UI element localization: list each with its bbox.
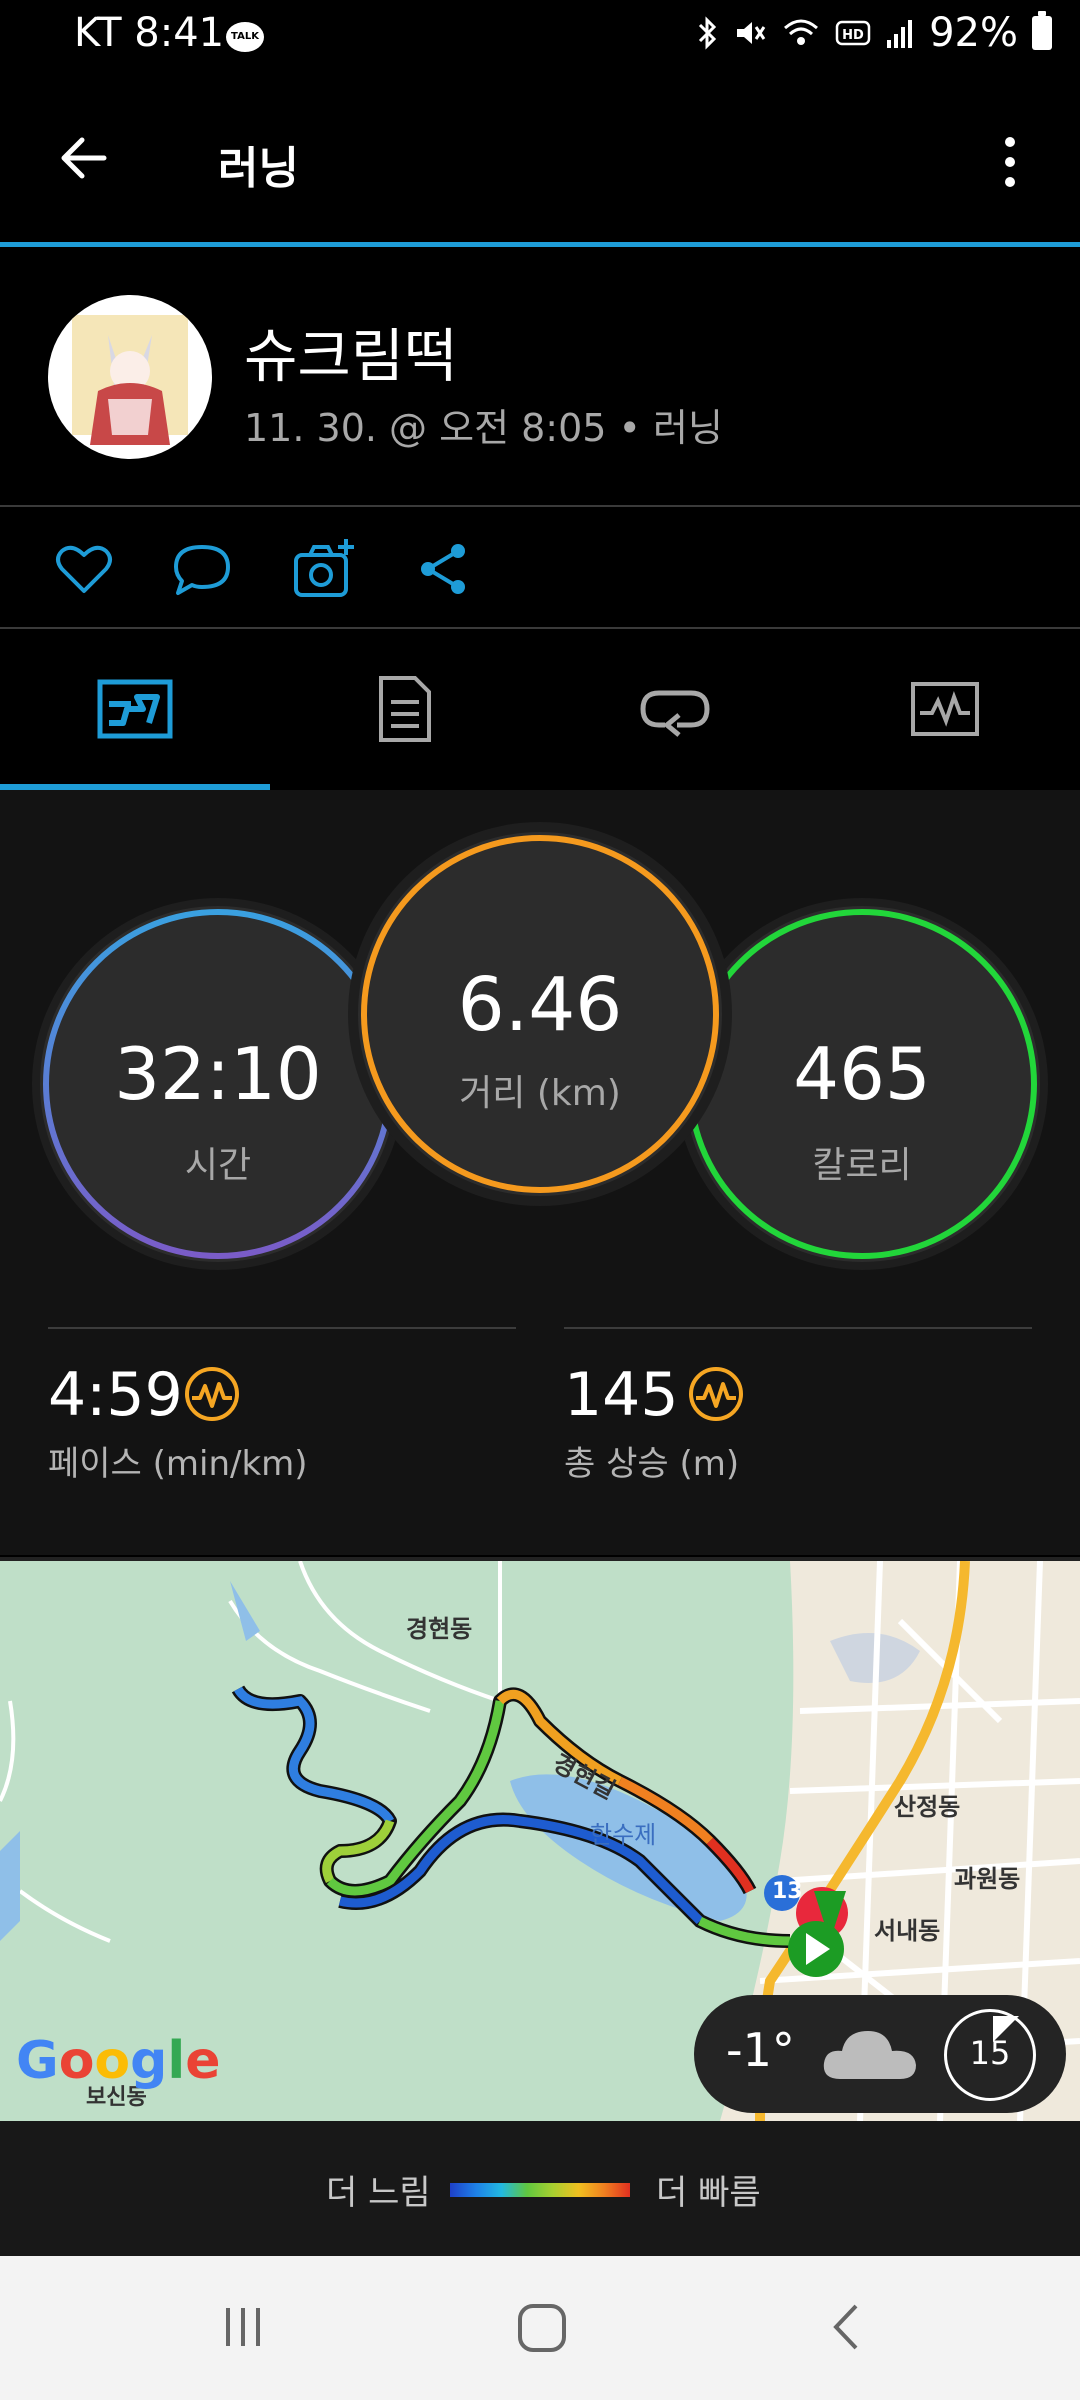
- distance-label: 거리 (km): [459, 1073, 621, 1114]
- map-label: 경현동: [406, 1615, 473, 1643]
- pace-legend: 더 느림 더 빠름: [0, 2121, 1080, 2256]
- mute-icon: [737, 22, 766, 44]
- map-label: 서내동: [874, 1917, 941, 1945]
- distance-stat[interactable]: 6.46 거리 (km): [358, 832, 722, 1196]
- like-icon[interactable]: [52, 537, 116, 601]
- stats-icon: [97, 679, 173, 739]
- map-label: 산정동: [894, 1793, 961, 1821]
- activity-header: 슈크림떡 11. 30. @ 오전 8:05 • 러닝: [0, 247, 1080, 507]
- recent-apps-icon[interactable]: [218, 2302, 268, 2352]
- app-bar: 러닝: [0, 80, 1080, 240]
- avatar-illustration: [72, 315, 188, 445]
- weather-widget[interactable]: -1° 15: [694, 1995, 1066, 2113]
- route-map[interactable]: 경현동 경현길 한수제 산정동 과원동 서내동 보신동 13 Google -1…: [0, 1557, 1080, 2121]
- ascent-value: 145: [564, 1360, 679, 1430]
- ascent-label: 총 상승 (m): [564, 1444, 740, 1484]
- document-icon: [379, 676, 431, 742]
- home-icon[interactable]: [516, 2302, 568, 2354]
- pace-value: 4:59: [48, 1360, 183, 1430]
- google-logo: Google: [16, 2031, 221, 2091]
- wind-dial: 15: [944, 2009, 1036, 2101]
- action-row: [0, 507, 1080, 629]
- legend-fast: 더 빠름: [656, 2173, 761, 2213]
- legend-slow: 더 느림: [326, 2173, 431, 2213]
- temperature: -1°: [726, 2023, 795, 2077]
- kakaotalk-icon: TALK: [226, 22, 264, 52]
- signal-icon: [887, 20, 913, 48]
- time-stat[interactable]: 32:10 시간: [40, 906, 396, 1262]
- battery-icon: [1032, 11, 1052, 50]
- route-number-badge: 13: [772, 1879, 803, 1904]
- divider: [48, 1327, 516, 1329]
- performance-icon[interactable]: [184, 1366, 240, 1422]
- loop-icon: [640, 690, 710, 737]
- tab-charts[interactable]: [810, 629, 1080, 789]
- system-nav-bar: [0, 2256, 1080, 2400]
- avatar[interactable]: [48, 295, 212, 459]
- status-icons: HD 92%: [697, 10, 1052, 56]
- calories-value: 465: [793, 1032, 931, 1116]
- tab-details[interactable]: [270, 629, 540, 789]
- performance-icon[interactable]: [688, 1366, 744, 1422]
- time-label: 시간: [184, 1145, 252, 1186]
- share-icon[interactable]: [412, 537, 476, 601]
- hd-icon: HD: [835, 20, 871, 46]
- add-photo-icon[interactable]: [292, 537, 356, 601]
- carrier-time: KT 8:41: [74, 10, 225, 56]
- calories-label: 칼로리: [812, 1145, 912, 1186]
- divider: [564, 1327, 1032, 1329]
- battery-percent: 92%: [929, 10, 1018, 56]
- back-nav-icon[interactable]: [826, 2302, 866, 2352]
- back-arrow-icon[interactable]: [52, 126, 116, 190]
- pace-label: 페이스 (min/km): [48, 1444, 308, 1484]
- time-value: 32:10: [114, 1032, 322, 1116]
- tab-laps[interactable]: [540, 629, 810, 789]
- calories-stat[interactable]: 465 칼로리: [684, 906, 1040, 1262]
- stats-panel: 32:10 시간 465 칼로리 6.46 거리 (km) 4:59 페이스 (…: [0, 790, 1080, 1555]
- comment-icon[interactable]: [170, 537, 234, 601]
- wifi-icon: [784, 19, 819, 45]
- page-title: 러닝: [218, 143, 299, 194]
- chart-icon: [911, 682, 979, 736]
- user-name[interactable]: 슈크림떡: [244, 309, 457, 393]
- status-bar: KT 8:41 TALK HD 92%: [0, 0, 1080, 80]
- tab-summary[interactable]: [0, 629, 270, 789]
- more-options-icon[interactable]: [990, 130, 1030, 194]
- map-label: 과원동: [954, 1865, 1021, 1893]
- svg-text:HD: HD: [842, 28, 864, 43]
- pace-gradient-bar: [450, 2183, 630, 2197]
- wind-speed: 15: [969, 2034, 1011, 2072]
- distance-value: 6.46: [457, 962, 623, 1048]
- map-label: 한수제: [590, 1821, 657, 1849]
- tab-bar: [0, 629, 1080, 789]
- cloud-icon: [823, 2031, 916, 2079]
- activity-datetime: 11. 30. @ 오전 8:05 • 러닝: [244, 406, 723, 450]
- bluetooth-icon: [699, 16, 717, 50]
